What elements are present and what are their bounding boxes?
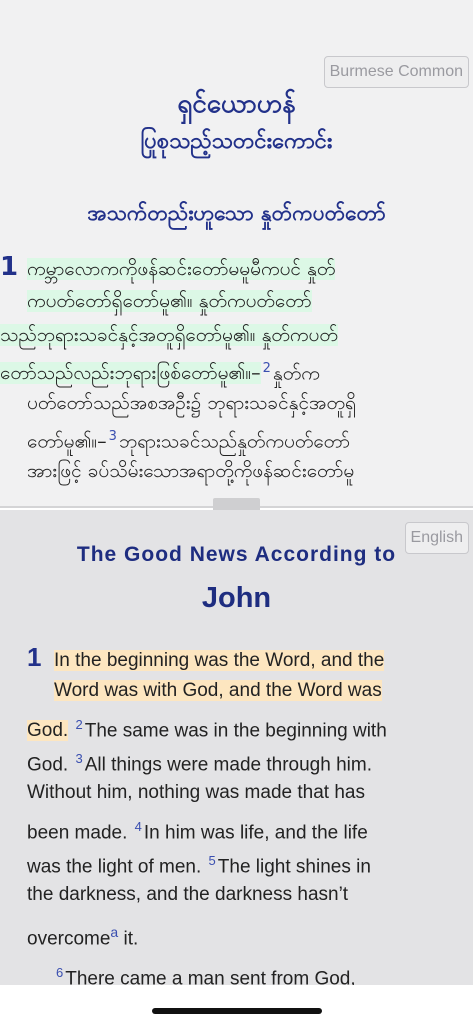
english-text: 1 In the beginning was the Word, and the …: [27, 640, 439, 985]
text-line: Without him, nothing was made that has: [27, 776, 439, 810]
verse-3-text[interactable]: Without him, nothing was made that has: [27, 782, 365, 803]
text-line: overcomea it.: [27, 912, 439, 952]
text-line: 6 There came a man sent from God,: [27, 956, 439, 985]
text-line: အားဖြင့် ခပ်သိမ်းသောအရာတို့ကိုဖန်ဆင်းတော…: [27, 454, 447, 488]
verse-3-text[interactable]: ဘုရားသခင်သည်နှုတ်ကပတ်တော်: [119, 430, 350, 452]
verse-4-text[interactable]: In him was life, and the life: [144, 822, 368, 843]
chapter-number: 1: [0, 252, 19, 282]
text-line: တော်မူ၏။– 3 ဘုရားသခင်သည်နှုတ်ကပတ်တော်: [27, 420, 447, 454]
verse-1-text[interactable]: ကပတ်တော်ရှိတော်မူ၏။ နှုတ်ကပတ်တော်: [27, 290, 312, 312]
verse-number: 3: [75, 751, 83, 766]
burmese-pane[interactable]: Burmese Common ရှင်ယောဟန် ပြုစုသည့်သတင်း…: [0, 0, 473, 508]
verse-1-text[interactable]: God.: [27, 720, 69, 742]
text-line: တော်သည်လည်းဘုရားဖြစ်တော်မူ၏။– 2 နှုတ်က: [0, 352, 447, 386]
verse-number: 2: [262, 361, 271, 376]
text-line: been made. 4 In him was life, and the lif…: [27, 810, 439, 844]
verse-1-text[interactable]: ကမ္ဘာလောကကိုဖန်ဆင်းတော်မမူမီကပင် နှုတ်: [27, 258, 336, 280]
verse-1-text[interactable]: တော်သည်လည်းဘုရားဖြစ်တော်မူ၏။–: [0, 362, 261, 385]
verse-4-text[interactable]: was the light of men.: [27, 856, 201, 877]
verse-2-text[interactable]: ပတ်တော်သည်အစအဦး၌ ဘုရားသခင်နှင့်အတူရှိ: [27, 392, 356, 414]
verse-5-text[interactable]: The light shines in: [218, 856, 371, 877]
verse-number: 6: [56, 965, 64, 980]
verse-6-text[interactable]: There came a man sent from God,: [65, 968, 355, 985]
verse-5-text[interactable]: it.: [118, 928, 138, 949]
bottom-safe-area: [0, 985, 473, 1024]
text-line: God. 3 All things were made through him.: [27, 742, 439, 776]
text-line: 1 ကမ္ဘာလောကကိုဖန်ဆင်းတော်မမူမီကပင် နှုတ်: [0, 250, 447, 284]
verse-number: 4: [134, 819, 142, 834]
verse-1-text[interactable]: သည်ဘုရားသခင်နှင့်အတူရှိတော်မူ၏။ နှုတ်ကပတ…: [0, 324, 338, 346]
verse-number: 2: [75, 717, 83, 732]
book-title: The Good News According to: [76, 543, 397, 566]
text-line: 1 In the beginning was the Word, and the: [27, 640, 439, 674]
verse-3-text[interactable]: been made.: [27, 822, 127, 843]
verse-3-text[interactable]: All things were made through him.: [85, 754, 372, 775]
book-name: John: [201, 582, 272, 614]
verse-1-text[interactable]: In the beginning was the Word, and the: [54, 650, 385, 671]
text-line: was the light of men. 5 The light shines …: [27, 844, 439, 878]
verse-2-text[interactable]: The same was in the beginning with: [85, 720, 387, 741]
burmese-text: 1 ကမ္ဘာလောကကိုဖန်ဆင်းတော်မမူမီကပင် နှုတ် …: [0, 250, 447, 488]
verse-5-text[interactable]: overcome: [27, 928, 110, 949]
english-pane[interactable]: English The Good News According to John …: [0, 510, 473, 985]
verse-2-text[interactable]: နှုတ်က: [273, 362, 320, 384]
verse-number: 5: [208, 853, 216, 868]
text-line: ပတ်တော်သည်အစအဦး၌ ဘုရားသခင်နှင့်အတူရှိ: [27, 386, 447, 420]
text-line: the darkness, and the darkness hasn’t: [27, 878, 439, 912]
text-line: God. 2 The same was in the beginning with: [27, 708, 439, 742]
text-line: ကပတ်တော်ရှိတော်မူ၏။ နှုတ်ကပတ်တော်: [27, 284, 447, 318]
verse-2-text[interactable]: တော်မူ၏။–: [27, 430, 107, 452]
text-line: သည်ဘုရားသခင်နှင့်အတူရှိတော်မူ၏။ နှုတ်ကပတ…: [0, 318, 447, 352]
chapter-number: 1: [27, 642, 42, 672]
book-subtitle: ပြုစုသည့်သတင်းကောင်း: [140, 129, 333, 154]
text-line: Word was with God, and the Word was: [27, 674, 439, 708]
verse-number: 3: [108, 429, 117, 444]
verse-5-text[interactable]: the darkness, and the darkness hasn’t: [27, 884, 348, 905]
verse-2-text[interactable]: God.: [27, 754, 68, 775]
section-heading: အသက်တည်းဟူသော နှုတ်ကပတ်တော်: [87, 201, 386, 225]
verse-1-text[interactable]: Word was with God, and the Word was: [54, 680, 382, 701]
home-indicator[interactable]: [152, 1008, 322, 1014]
verse-3-text[interactable]: အားဖြင့် ခပ်သိမ်းသောအရာတို့ကိုဖန်ဆင်းတော…: [27, 460, 354, 482]
language-button-burmese[interactable]: Burmese Common: [323, 56, 469, 88]
book-title: ရှင်ယောဟန်: [177, 89, 296, 119]
